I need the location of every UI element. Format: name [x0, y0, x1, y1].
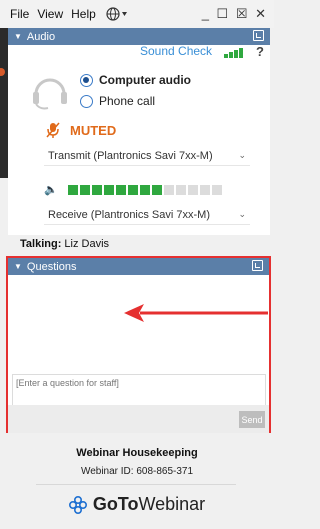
- level-segment: [211, 184, 222, 195]
- host-window-edge: [0, 28, 8, 178]
- level-segment: [199, 184, 210, 195]
- collapse-triangle-icon[interactable]: ▼: [14, 262, 22, 271]
- questions-log: [12, 278, 266, 378]
- window-controls[interactable]: _ ☐ ☒ ✕: [202, 6, 268, 22]
- talking-name: Liz Davis: [64, 238, 110, 250]
- signal-strength-icon: [224, 48, 243, 58]
- headset-icon: [33, 78, 67, 110]
- radio-selected-icon[interactable]: [80, 73, 93, 87]
- help-icon[interactable]: ?: [256, 44, 264, 59]
- receive-device-select[interactable]: Receive (Plantronics Savi 7xx-M) ⌄: [44, 205, 250, 225]
- sound-check-link[interactable]: Sound Check: [140, 44, 212, 58]
- level-segment: [79, 184, 90, 195]
- speaker-level-meter: 🔈: [44, 183, 224, 196]
- level-segment: [139, 184, 150, 195]
- transmit-device-value: Transmit (Plantronics Savi 7xx-M): [48, 149, 213, 162]
- menu-file[interactable]: File: [10, 7, 29, 21]
- level-segment: [67, 184, 78, 195]
- radio-computer-audio-label: Computer audio: [99, 73, 191, 87]
- brand-webinar: Webinar: [138, 494, 206, 514]
- status-dot-icon: [0, 68, 5, 76]
- popout-icon[interactable]: [252, 260, 263, 271]
- questions-actions: Send: [8, 405, 269, 433]
- questions-panel-title: Questions: [26, 260, 77, 273]
- send-button[interactable]: Send: [239, 411, 265, 428]
- questions-panel-header[interactable]: ▼ Questions: [8, 258, 269, 275]
- level-segment: [103, 184, 114, 195]
- level-segment: [175, 184, 186, 195]
- transmit-device-select[interactable]: Transmit (Plantronics Savi 7xx-M) ⌄: [44, 146, 250, 166]
- mute-status: MUTED: [70, 122, 117, 138]
- gotowebinar-flower-icon: [68, 495, 87, 514]
- radio-unselected-icon[interactable]: [80, 94, 93, 108]
- menu-view[interactable]: View: [37, 7, 63, 21]
- level-segment: [187, 184, 198, 195]
- globe-icon[interactable]: [106, 7, 128, 21]
- radio-phone-call[interactable]: Phone call: [80, 94, 155, 108]
- brand-goto: GoTo: [92, 494, 139, 514]
- chevron-down-icon[interactable]: ⌄: [238, 209, 246, 220]
- talking-label: Talking:: [20, 238, 62, 250]
- talking-indicator: Talking: Liz Davis: [20, 238, 109, 250]
- level-segment: [127, 184, 138, 195]
- level-segment: [115, 184, 126, 195]
- divider: [36, 484, 236, 485]
- webinar-title: Webinar Housekeeping: [76, 447, 198, 459]
- webinar-id: Webinar ID: 608-865-371: [80, 466, 194, 477]
- audio-panel-title: Audio: [26, 30, 56, 43]
- popout-icon[interactable]: [253, 30, 264, 41]
- collapse-triangle-icon[interactable]: ▼: [14, 32, 22, 41]
- mute-toggle[interactable]: MUTED: [46, 122, 116, 138]
- annotation-arrow: [124, 304, 268, 322]
- gotowebinar-logo: GoTo Webinar: [0, 494, 274, 515]
- menu-help[interactable]: Help: [71, 7, 96, 21]
- radio-computer-audio[interactable]: Computer audio: [80, 73, 191, 87]
- level-segment: [163, 184, 174, 195]
- level-segment: [151, 184, 162, 195]
- level-segment: [91, 184, 102, 195]
- questions-panel-highlight: ▼ Questions Send: [6, 256, 271, 433]
- question-input[interactable]: [12, 374, 266, 406]
- receive-device-value: Receive (Plantronics Savi 7xx-M): [48, 208, 210, 221]
- radio-phone-call-label: Phone call: [99, 94, 156, 108]
- chevron-down-icon[interactable]: ⌄: [238, 150, 246, 161]
- audio-panel-header[interactable]: ▼ Audio: [8, 28, 270, 45]
- speaker-icon: 🔈: [44, 184, 58, 196]
- mic-muted-icon: [46, 122, 60, 138]
